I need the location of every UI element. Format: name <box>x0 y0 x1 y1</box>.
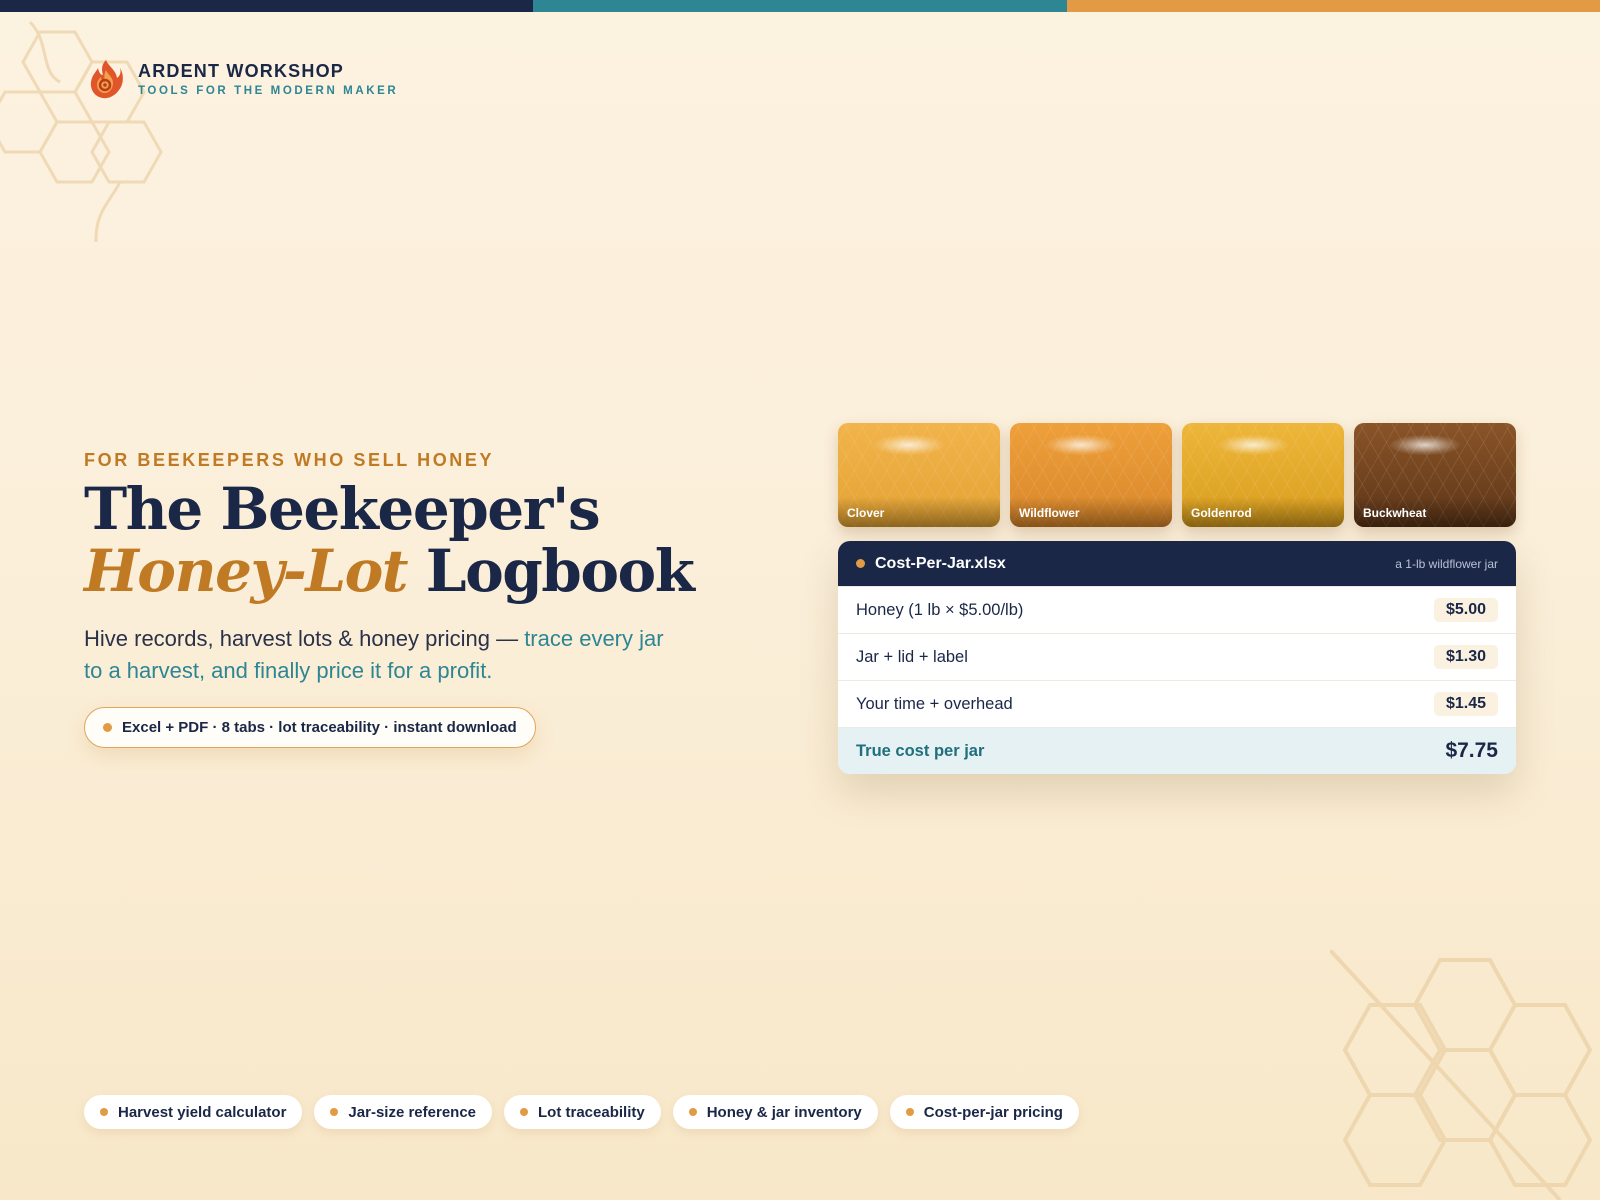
brand-text: ARDENT WORKSHOP TOOLS FOR THE MODERN MAK… <box>138 60 398 99</box>
hero-title-line1: The Beekeeper's <box>84 475 601 543</box>
honey-swatches: Clover Wildflower Goldenrod Buckwheat <box>838 423 1516 527</box>
bullet-dot-icon <box>330 1108 339 1116</box>
swatch-label: Clover <box>847 506 885 520</box>
feature-tag-label: Jar-size reference <box>348 1103 477 1121</box>
top-color-bar <box>0 0 1600 12</box>
flame-gear-logo-icon <box>90 60 123 99</box>
feature-tag: Harvest yield calculator <box>84 1095 303 1129</box>
honeycomb-decoration-icon <box>0 20 163 243</box>
swatch-label: Goldenrod <box>1191 506 1252 520</box>
cost-row-label: Your time + overhead <box>856 694 1013 713</box>
swatch-buckwheat: Buckwheat <box>1354 423 1516 527</box>
honeycomb-decoration-icon <box>1330 950 1593 1200</box>
sheet-filename: Cost-Per-Jar.xlsx <box>875 554 1006 572</box>
sheet-note: a 1-lb wildflower jar <box>1395 556 1498 571</box>
swatch-label: Buckwheat <box>1363 506 1427 520</box>
hero-title-italic: Honey-Lot <box>84 537 409 605</box>
swatch-goldenrod: Goldenrod <box>1182 423 1344 527</box>
cost-row-value: $5.00 <box>1433 598 1498 622</box>
total-cost-label: True cost per jar <box>856 741 985 760</box>
feature-tag-label: Harvest yield calculator <box>118 1103 287 1121</box>
swatch-wildflower: Wildflower <box>1010 423 1172 527</box>
feature-tag: Cost-per-jar pricing <box>889 1095 1079 1129</box>
hero-subtitle-plain: Hive records, harvest lots & honey prici… <box>84 626 525 651</box>
brand-tagline: TOOLS FOR THE MODERN MAKER <box>138 84 399 97</box>
hero-title-rest: Logbook <box>407 537 695 605</box>
cost-row-value: $1.45 <box>1433 692 1498 716</box>
feature-tag: Honey & jar inventory <box>672 1095 878 1129</box>
feature-tag: Jar-size reference <box>314 1095 493 1129</box>
file-dot-icon <box>856 559 865 568</box>
cost-per-jar-card: Cost-Per-Jar.xlsx a 1-lb wildflower jar … <box>838 541 1516 774</box>
cost-row-label: Honey (1 lb × $5.00/lb) <box>856 600 1024 619</box>
sheet-header: Cost-Per-Jar.xlsx a 1-lb wildflower jar <box>838 541 1516 586</box>
bullet-dot-icon <box>520 1108 529 1116</box>
swatch-label: Wildflower <box>1019 506 1080 520</box>
bullet-dot-icon <box>905 1108 914 1116</box>
hero-eyebrow: FOR BEEKEEPERS WHO SELL HONEY <box>84 450 495 470</box>
feature-tag-label: Honey & jar inventory <box>706 1103 862 1121</box>
feature-tag: Lot traceability <box>504 1095 661 1129</box>
cost-row: Your time + overhead $1.45 <box>838 680 1516 727</box>
feature-tag-label: Lot traceability <box>538 1103 645 1121</box>
brand-name: ARDENT WORKSHOP <box>138 60 344 81</box>
cost-row-value: $1.30 <box>1433 645 1498 669</box>
hero-subtitle: Hive records, harvest lots & honey prici… <box>84 623 684 687</box>
product-info-text: Excel + PDF · 8 tabs · lot traceability … <box>122 719 517 736</box>
top-bar-segment-navy <box>0 0 534 12</box>
total-cost-value: $7.75 <box>1445 739 1498 762</box>
brand-header[interactable]: ARDENT WORKSHOP TOOLS FOR THE MODERN MAK… <box>88 58 398 100</box>
feature-tags: Harvest yield calculator Jar-size refere… <box>84 1095 1079 1129</box>
feature-tag-label: Cost-per-jar pricing <box>923 1103 1063 1121</box>
bullet-dot-icon <box>688 1108 697 1116</box>
top-bar-segment-amber <box>1066 0 1600 12</box>
total-cost-row: True cost per jar $7.75 <box>838 727 1516 774</box>
hero-title: The Beekeeper's Honey-Lot Logbook <box>84 475 695 605</box>
swatch-clover: Clover <box>838 423 1000 527</box>
product-info-pill: Excel + PDF · 8 tabs · lot traceability … <box>84 707 536 748</box>
bullet-dot-icon <box>100 1108 108 1116</box>
cost-row: Jar + lid + label $1.30 <box>838 633 1516 680</box>
cost-row: Honey (1 lb × $5.00/lb) $5.00 <box>838 586 1516 633</box>
bullet-dot-icon <box>103 723 112 732</box>
cost-row-label: Jar + lid + label <box>856 647 968 666</box>
top-bar-segment-teal <box>533 0 1067 12</box>
